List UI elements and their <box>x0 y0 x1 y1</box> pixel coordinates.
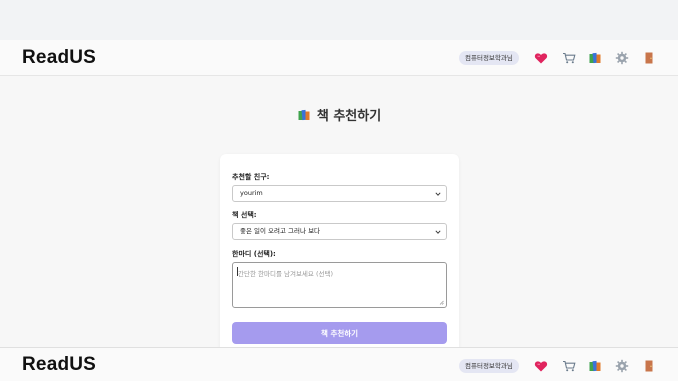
door-icon[interactable] <box>642 51 656 65</box>
submit-button[interactable]: 책 추천하기 <box>232 322 447 344</box>
gear-icon[interactable] <box>615 359 629 373</box>
cart-icon[interactable] <box>562 359 576 373</box>
recommend-form-card: 추천할 친구: yourim 책 선택: 좋은 일이 오려고 그러나 보다 한마… <box>220 154 459 354</box>
heart-icon[interactable] <box>534 51 548 65</box>
books-icon[interactable] <box>588 51 602 65</box>
chevron-down-icon <box>435 230 441 234</box>
page-heading: 책 추천하기 <box>0 105 678 124</box>
cart-icon[interactable] <box>562 51 576 65</box>
resize-grip-icon[interactable] <box>439 300 444 305</box>
comment-placeholder: 간단한 한마디를 남겨보세요 (선택) <box>238 270 333 278</box>
friend-label: 추천할 친구: <box>232 173 270 181</box>
comment-label: 한마디 (선택): <box>232 250 276 258</box>
books-icon[interactable] <box>588 359 602 373</box>
gear-icon[interactable] <box>615 51 629 65</box>
browser-top-strip <box>0 0 678 40</box>
books-icon <box>297 108 311 122</box>
book-select-value: 좋은 일이 오려고 그러나 보다 <box>240 227 321 235</box>
site-logo[interactable]: ReadUS <box>22 354 96 376</box>
page-title: 책 추천하기 <box>316 109 382 124</box>
book-label: 책 선택: <box>232 211 257 219</box>
friend-select-value: yourim <box>240 189 263 197</box>
site-logo[interactable]: ReadUS <box>22 47 96 69</box>
user-badge[interactable]: 컴퓨터정보학과님 <box>459 359 519 373</box>
door-icon[interactable] <box>642 359 656 373</box>
site-header-bottom: ReadUS 컴퓨터정보학과님 <box>0 347 678 381</box>
comment-textarea[interactable]: 간단한 한마디를 남겨보세요 (선택) <box>232 262 447 308</box>
book-select[interactable]: 좋은 일이 오려고 그러나 보다 <box>232 223 447 240</box>
friend-select[interactable]: yourim <box>232 185 447 202</box>
heart-icon[interactable] <box>534 359 548 373</box>
user-badge[interactable]: 컴퓨터정보학과님 <box>459 51 519 65</box>
site-header: ReadUS 컴퓨터정보학과님 <box>0 40 678 76</box>
chevron-down-icon <box>435 192 441 196</box>
